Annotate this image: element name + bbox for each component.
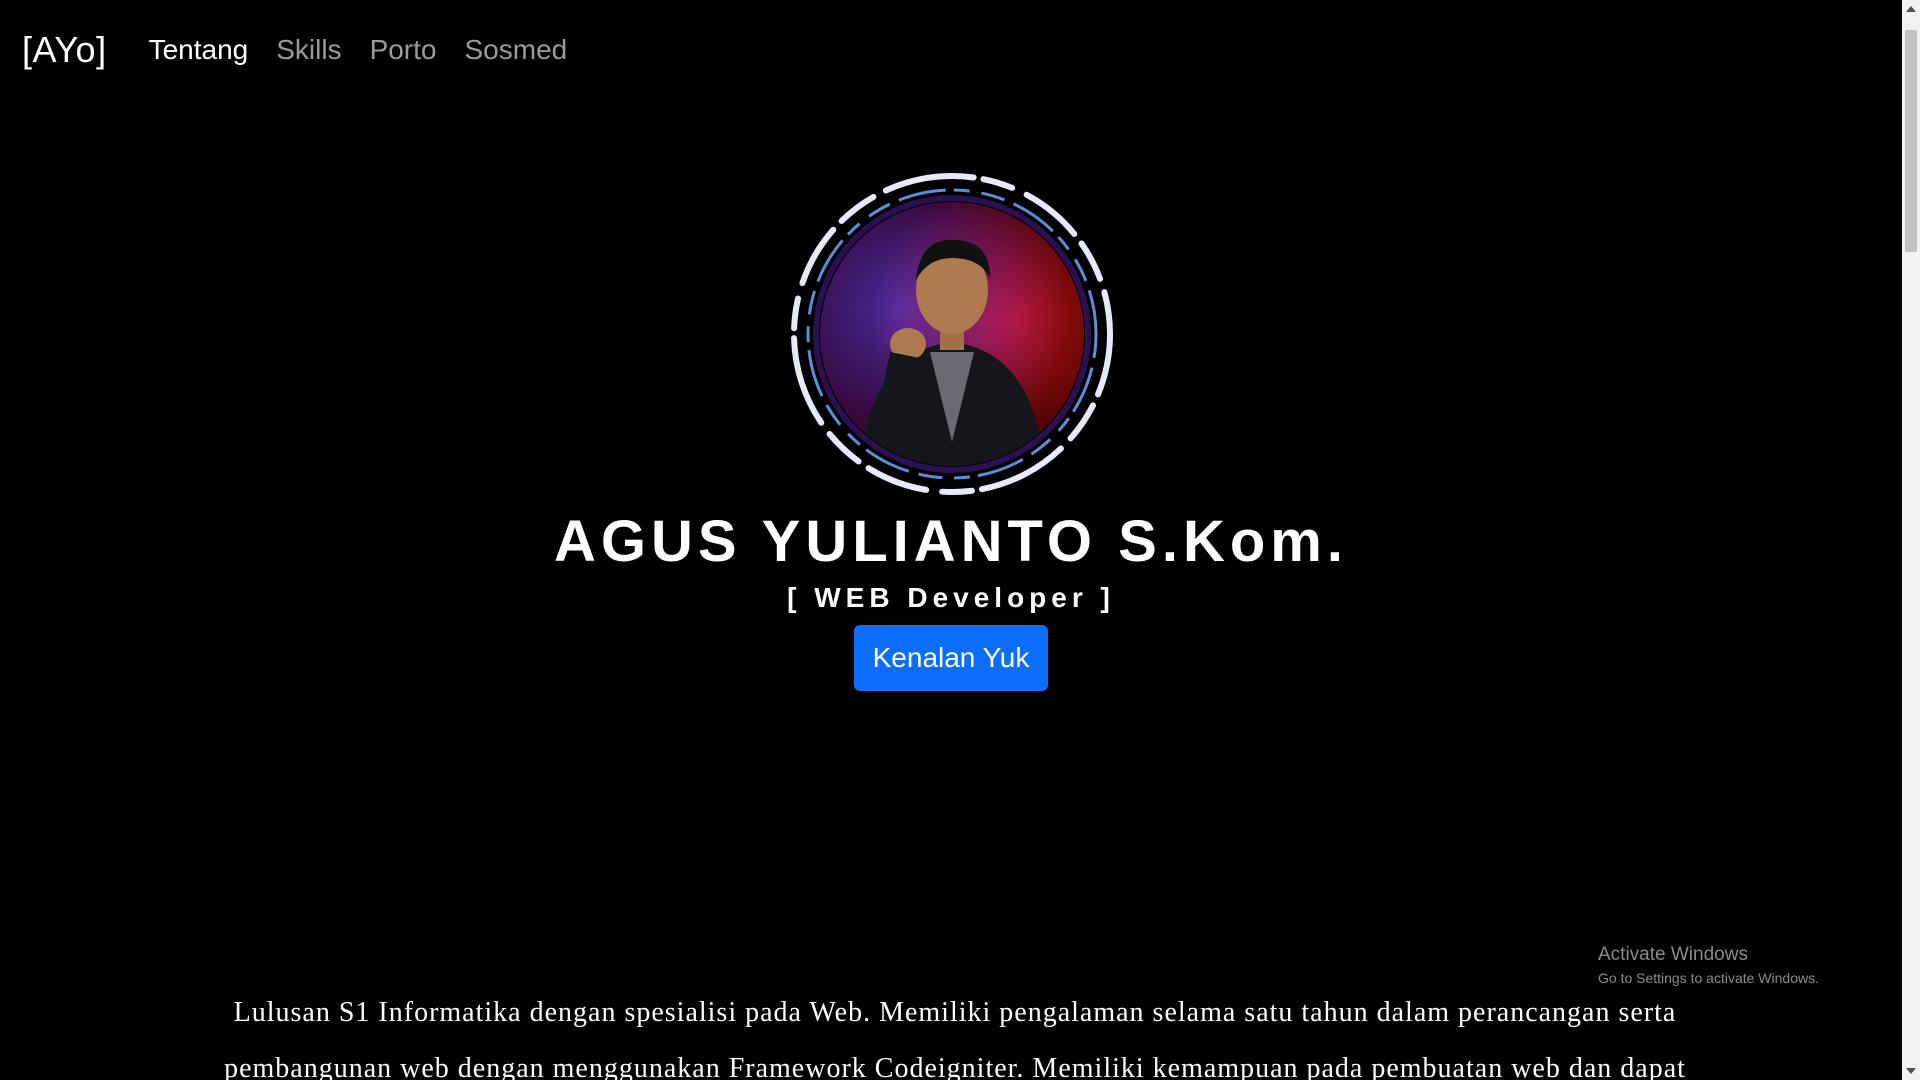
scroll-up-icon[interactable] — [1906, 6, 1916, 12]
hero-role: [ WEB Developer ] — [787, 582, 1115, 613]
scroll-thumb[interactable] — [1905, 30, 1917, 252]
avatar — [820, 202, 1084, 466]
vertical-scrollbar[interactable] — [1902, 0, 1920, 1080]
scroll-down-icon[interactable] — [1906, 1068, 1916, 1074]
nav-link-skills[interactable]: Skills — [276, 34, 341, 66]
hero-name: AGUS YULIANTO S.Kom. — [554, 509, 1348, 574]
browser-viewport: [AYo] Tentang Skills Porto Sosmed AGUS Y… — [0, 0, 1920, 1080]
profile-photo-icon — [860, 239, 1044, 466]
navbar: [AYo] Tentang Skills Porto Sosmed — [22, 28, 595, 72]
nav-link-sosmed[interactable]: Sosmed — [465, 34, 568, 66]
activate-windows-watermark: Activate Windows Go to Settings to activ… — [1598, 944, 1819, 986]
about-paragraph: Lulusan S1 Informatika dengan spesialisi… — [224, 997, 1686, 1080]
kenalan-yuk-button[interactable]: Kenalan Yuk — [854, 625, 1048, 691]
watermark-title: Activate Windows — [1598, 944, 1748, 965]
brand-logo[interactable]: [AYo] — [22, 29, 107, 71]
nav-link-porto[interactable]: Porto — [370, 34, 437, 66]
nav-link-tentang[interactable]: Tentang — [149, 34, 249, 66]
page-content: [AYo] Tentang Skills Porto Sosmed AGUS Y… — [0, 0, 1902, 1080]
avatar-frame — [788, 170, 1116, 498]
watermark-subtitle: Go to Settings to activate Windows. — [1598, 970, 1819, 986]
